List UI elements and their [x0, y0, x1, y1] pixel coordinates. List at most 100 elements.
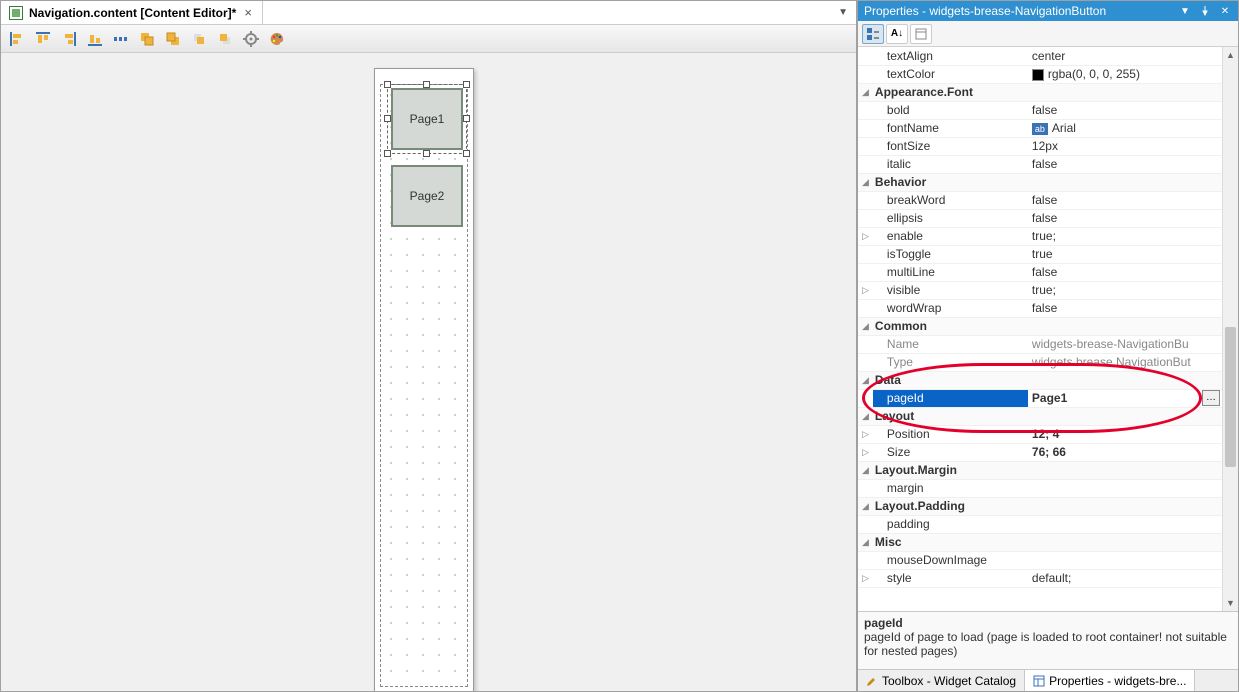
property-value[interactable]: widgets.brease.NavigationBut — [1028, 353, 1238, 371]
expand-collapse-icon[interactable] — [858, 119, 873, 137]
property-row-textAlign[interactable]: textAligncenter — [858, 47, 1238, 65]
navigation-button-page2[interactable]: Page2 — [391, 165, 463, 227]
expand-collapse-icon[interactable] — [858, 263, 873, 281]
expand-collapse-icon[interactable] — [858, 47, 873, 65]
tab-overflow-dropdown-icon[interactable]: ▼ — [830, 7, 856, 18]
property-value[interactable]: rgba(0, 0, 0, 255) — [1028, 65, 1238, 83]
property-category-common[interactable]: ◢Common — [858, 317, 1238, 335]
property-row-multiLine[interactable]: multiLinefalse — [858, 263, 1238, 281]
scroll-thumb[interactable] — [1225, 327, 1236, 467]
property-value[interactable] — [1028, 317, 1238, 335]
pin-panel-icon[interactable] — [1198, 4, 1212, 18]
property-value[interactable]: 76; 66 — [1028, 443, 1238, 461]
expand-collapse-icon[interactable] — [858, 191, 873, 209]
property-row-Name[interactable]: Namewidgets-brease-NavigationBu — [858, 335, 1238, 353]
property-value[interactable]: abArial — [1028, 119, 1238, 137]
properties-header[interactable]: Properties - widgets-brease-NavigationBu… — [858, 1, 1238, 21]
property-category-appearance-font[interactable]: ◢Appearance.Font — [858, 83, 1238, 101]
expand-collapse-icon[interactable] — [858, 245, 873, 263]
close-panel-icon[interactable]: ✕ — [1218, 4, 1232, 18]
vertical-scrollbar[interactable]: ▲ ▼ — [1222, 47, 1238, 611]
property-value[interactable] — [1028, 407, 1238, 425]
expand-collapse-icon[interactable] — [858, 389, 873, 407]
expand-collapse-icon[interactable] — [858, 335, 873, 353]
property-category-layout-padding[interactable]: ◢Layout.Padding — [858, 497, 1238, 515]
send-to-back-button[interactable] — [161, 28, 185, 50]
property-row-textColor[interactable]: textColorrgba(0, 0, 0, 255) — [858, 65, 1238, 83]
property-value[interactable] — [1028, 173, 1238, 191]
property-category-behavior[interactable]: ◢Behavior — [858, 173, 1238, 191]
expand-collapse-icon[interactable] — [858, 65, 873, 83]
canvas-area[interactable]: Page1 Page2 — [1, 53, 856, 691]
navigation-button-page1[interactable]: Page1 — [391, 88, 463, 150]
expand-collapse-icon[interactable] — [858, 515, 873, 533]
expand-collapse-icon[interactable]: ◢ — [858, 407, 873, 425]
expand-collapse-icon[interactable]: ▷ — [858, 443, 873, 461]
expand-collapse-icon[interactable] — [858, 137, 873, 155]
property-value[interactable]: false — [1028, 299, 1238, 317]
property-row-Position[interactable]: ▷Position12; 4 — [858, 425, 1238, 443]
align-bottom-button[interactable] — [83, 28, 107, 50]
expand-collapse-icon[interactable] — [858, 155, 873, 173]
property-value[interactable]: false — [1028, 101, 1238, 119]
property-category-data[interactable]: ◢Data — [858, 371, 1238, 389]
expand-collapse-icon[interactable] — [858, 551, 873, 569]
align-left-button[interactable] — [5, 28, 29, 50]
property-value[interactable] — [1028, 533, 1238, 551]
expand-collapse-icon[interactable]: ◢ — [858, 461, 873, 479]
scroll-down-icon[interactable]: ▼ — [1223, 595, 1238, 611]
expand-collapse-icon[interactable] — [858, 209, 873, 227]
align-right-button[interactable] — [57, 28, 81, 50]
minimize-panel-icon[interactable]: ▼ — [1178, 4, 1192, 18]
property-row-isToggle[interactable]: isToggletrue — [858, 245, 1238, 263]
property-row-pageId[interactable]: pageIdPage1 — [858, 389, 1238, 407]
property-row-bold[interactable]: boldfalse — [858, 101, 1238, 119]
expand-collapse-icon[interactable]: ▷ — [858, 227, 873, 245]
property-pages-button[interactable] — [910, 24, 932, 44]
expand-collapse-icon[interactable]: ◢ — [858, 533, 873, 551]
property-value[interactable]: center — [1028, 47, 1238, 65]
property-row-Size[interactable]: ▷Size76; 66 — [858, 443, 1238, 461]
palette-button[interactable] — [265, 28, 289, 50]
align-top-button[interactable] — [31, 28, 55, 50]
property-value[interactable] — [1028, 479, 1238, 497]
property-row-fontName[interactable]: fontNameabArial — [858, 119, 1238, 137]
expand-collapse-icon[interactable]: ◢ — [858, 497, 873, 515]
properties-tab[interactable]: Properties - widgets-bre... — [1025, 670, 1195, 691]
property-category-misc[interactable]: ◢Misc — [858, 533, 1238, 551]
property-value[interactable]: true; — [1028, 281, 1238, 299]
expand-collapse-icon[interactable]: ▷ — [858, 281, 873, 299]
property-value[interactable] — [1028, 461, 1238, 479]
properties-grid[interactable]: textAligncentertextColorrgba(0, 0, 0, 25… — [858, 47, 1238, 588]
property-value[interactable] — [1028, 371, 1238, 389]
property-value[interactable]: true; — [1028, 227, 1238, 245]
property-row-enable[interactable]: ▷enabletrue; — [858, 227, 1238, 245]
property-row-mouseDownImage[interactable]: mouseDownImage — [858, 551, 1238, 569]
bring-forward-button[interactable] — [187, 28, 211, 50]
property-row-italic[interactable]: italicfalse — [858, 155, 1238, 173]
property-row-fontSize[interactable]: fontSize12px — [858, 137, 1238, 155]
property-value[interactable]: false — [1028, 155, 1238, 173]
categorized-view-button[interactable] — [862, 24, 884, 44]
property-value[interactable]: false — [1028, 209, 1238, 227]
property-value[interactable]: 12; 4 — [1028, 425, 1238, 443]
expand-collapse-icon[interactable]: ▷ — [858, 569, 873, 587]
expand-collapse-icon[interactable] — [858, 479, 873, 497]
expand-collapse-icon[interactable] — [858, 299, 873, 317]
expand-collapse-icon[interactable]: ◢ — [858, 317, 873, 335]
property-value[interactable] — [1028, 497, 1238, 515]
property-row-wordWrap[interactable]: wordWrapfalse — [858, 299, 1238, 317]
property-row-padding[interactable]: padding — [858, 515, 1238, 533]
bring-to-front-button[interactable] — [135, 28, 159, 50]
distribute-button[interactable] — [109, 28, 133, 50]
property-value[interactable] — [1028, 551, 1238, 569]
settings-button[interactable] — [239, 28, 263, 50]
property-row-visible[interactable]: ▷visibletrue; — [858, 281, 1238, 299]
property-row-ellipsis[interactable]: ellipsisfalse — [858, 209, 1238, 227]
property-category-layout-margin[interactable]: ◢Layout.Margin — [858, 461, 1238, 479]
expand-collapse-icon[interactable]: ▷ — [858, 425, 873, 443]
property-row-margin[interactable]: margin — [858, 479, 1238, 497]
send-backward-button[interactable] — [213, 28, 237, 50]
editor-tab-navigation[interactable]: Navigation.content [Content Editor]* × — [1, 1, 263, 24]
expand-collapse-icon[interactable]: ◢ — [858, 371, 873, 389]
